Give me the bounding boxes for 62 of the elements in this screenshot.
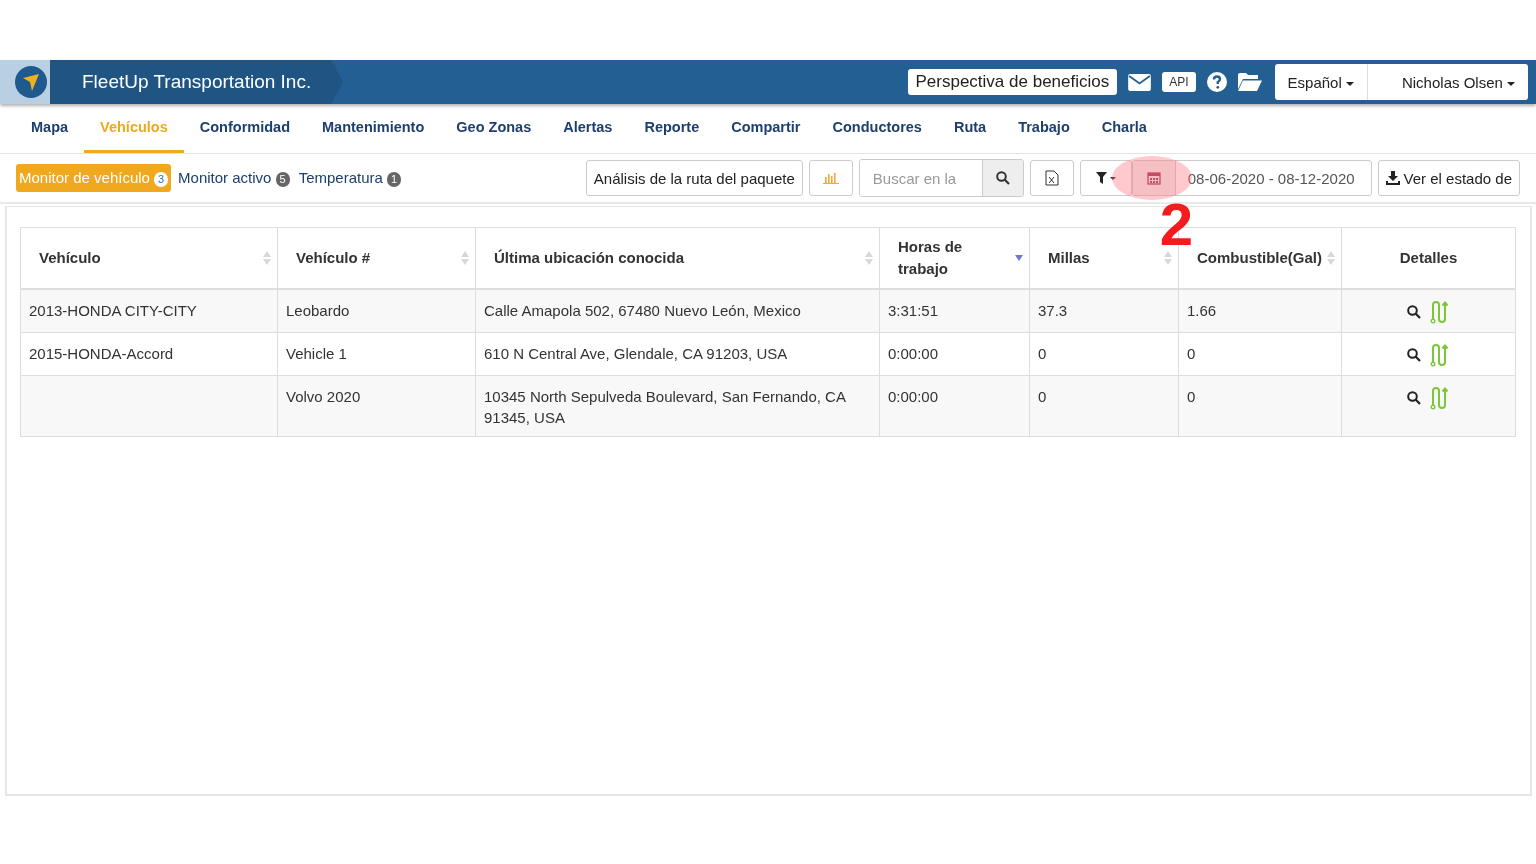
bar-chart-icon — [822, 172, 839, 184]
nav-tab[interactable]: Reporte — [628, 104, 716, 153]
nav-tab[interactable]: Charla — [1085, 104, 1163, 153]
nav-tab[interactable]: Trabajo — [1002, 104, 1086, 153]
nav-tab[interactable]: Geo Zonas — [440, 104, 548, 153]
sort-icon — [1164, 251, 1172, 265]
benefits-button[interactable]: Perspectiva de beneficios — [907, 69, 1118, 95]
table-cell: 10345 North Sepulveda Boulevard, San Fernando, CA 91345, USA — [484, 388, 846, 426]
search-icon — [995, 171, 1010, 185]
sub-tab[interactable]: Temperatura 1 — [296, 164, 403, 192]
table-cell: 0 — [1187, 345, 1196, 362]
mail-icon[interactable] — [1128, 73, 1152, 91]
nav-tab[interactable]: Ruta — [937, 104, 1003, 153]
table-cell: 0 — [1187, 388, 1196, 405]
search-button[interactable] — [981, 160, 1023, 196]
nav-tab[interactable]: Conductores — [816, 104, 938, 153]
table-cell: 2013-HONDA CITY-CITY — [29, 302, 197, 319]
nav-tab[interactable]: Mantenimiento — [306, 104, 441, 153]
table-cell: 0:00:00 — [888, 388, 939, 405]
download-icon — [1385, 171, 1400, 185]
sort-icon — [865, 251, 873, 265]
nav-tab[interactable]: Mapa — [15, 104, 85, 153]
table-cell: 2015-HONDA-Accord — [29, 345, 174, 362]
nav-tab[interactable]: Compartir — [715, 104, 817, 153]
user-menu[interactable]: Nicholas Olsen — [1366, 64, 1528, 100]
search-field[interactable]: Buscar en la — [858, 159, 1024, 197]
table-cell: 0 — [1038, 345, 1047, 362]
filter-icon — [1095, 172, 1116, 184]
table-cell: 0 — [1038, 388, 1047, 405]
excel-file-icon — [1044, 170, 1059, 186]
sub-tab[interactable]: Monitor activo 5 — [176, 164, 292, 192]
table-cell: Leobardo — [286, 302, 350, 319]
table-cell: Calle Amapola 502, 67480 Nuevo León, Mexico — [484, 302, 801, 319]
sort-icon — [263, 251, 271, 265]
sub-tab[interactable]: Monitor de vehículo 3 — [16, 164, 172, 192]
table-cell: 0:00:00 — [888, 345, 939, 362]
search-icon[interactable] — [1407, 305, 1421, 319]
table-cell: 610 N Central Ave, Glendale, CA 91203, USA — [484, 345, 788, 362]
table-cell: Volvo 2020 — [286, 388, 361, 405]
sort-icon — [461, 251, 469, 265]
excel-export-button[interactable] — [1029, 160, 1074, 196]
api-button[interactable]: API — [1162, 72, 1196, 92]
search-icon[interactable] — [1407, 348, 1421, 362]
table-cell: 37.3 — [1038, 302, 1068, 319]
calendar-icon[interactable] — [1146, 171, 1161, 185]
route-analysis-button[interactable]: Análisis de la ruta del paquete — [585, 160, 803, 196]
search-icon[interactable] — [1407, 391, 1421, 405]
folder-icon[interactable] — [1237, 73, 1262, 91]
sort-icon — [1327, 251, 1335, 265]
table-cell: Vehicle 1 — [286, 345, 347, 362]
table-cell: 3:31:51 — [888, 302, 939, 319]
company-name: FleetUp Transportation Inc. — [82, 71, 312, 93]
logo-icon[interactable] — [15, 66, 47, 98]
language-dropdown[interactable]: Español — [1274, 64, 1367, 100]
nav-tab[interactable]: Conformidad — [183, 104, 306, 153]
help-icon[interactable] — [1206, 72, 1227, 92]
nav-tab[interactable]: Alertas — [547, 104, 629, 153]
table-cell: 1.66 — [1187, 302, 1217, 319]
sort-descending-icon — [1015, 255, 1023, 261]
status-button[interactable]: Ver el estado de — [1377, 160, 1520, 196]
filter-dropdown[interactable] — [1079, 160, 1132, 196]
date-range-field[interactable]: 08-06-2020 - 08-12-2020 — [1131, 160, 1372, 196]
